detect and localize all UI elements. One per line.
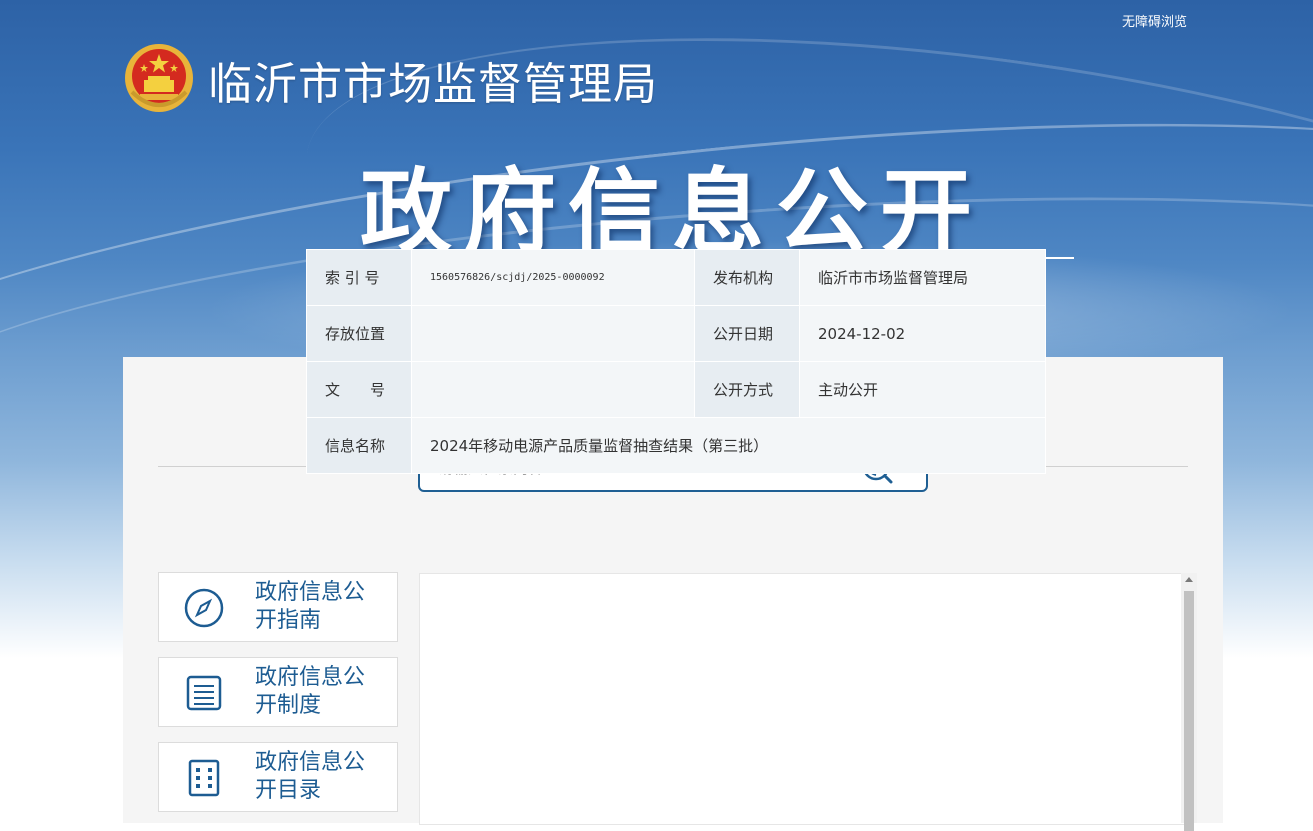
field-label: 信息名称 (306, 417, 412, 474)
field-label: 发布机构 (694, 249, 800, 306)
scroll-up-arrow-icon[interactable] (1185, 577, 1193, 582)
field-label: 文 号 (306, 361, 412, 418)
field-label: 索 引 号 (306, 249, 412, 306)
table-row: 索 引 号 1560576826/scjdj/2025-0000092 发布机构… (306, 249, 1046, 306)
field-value-index-number: 1560576826/scjdj/2025-0000092 (411, 249, 695, 306)
field-value-doc-number (411, 361, 695, 418)
field-value-publisher: 临沂市市场监督管理局 (799, 249, 1046, 306)
field-value-location (411, 305, 695, 362)
content-area (419, 573, 1185, 825)
field-value-date: 2024-12-02 (799, 305, 1046, 362)
field-value-title: 2024年移动电源产品质量监督抽查结果（第三批） (411, 417, 1046, 474)
table-row: 信息名称 2024年移动电源产品质量监督抽查结果（第三批） (306, 417, 1046, 474)
scrollbar-thumb[interactable] (1184, 591, 1194, 831)
document-list-icon (186, 675, 222, 711)
compass-icon (184, 588, 224, 628)
table-row: 文 号 公开方式 主动公开 (306, 361, 1046, 418)
info-metadata-table: 索 引 号 1560576826/scjdj/2025-0000092 发布机构… (306, 249, 1046, 474)
sidebar-item-label: 政府信息公开指南 (255, 580, 366, 633)
sidebar-item-guide[interactable]: 政府信息公开指南 (158, 572, 398, 642)
scrollbar[interactable] (1181, 573, 1197, 831)
field-value-method: 主动公开 (799, 361, 1046, 418)
accessibility-link[interactable]: 无障碍浏览 (1122, 11, 1187, 30)
field-label: 存放位置 (306, 305, 412, 362)
field-label: 公开日期 (694, 305, 800, 362)
field-label: 公开方式 (694, 361, 800, 418)
national-emblem-icon (125, 44, 193, 112)
sidebar-item-system[interactable]: 政府信息公开制度 (158, 657, 398, 727)
sidebar-item-catalog[interactable]: 政府信息公开目录 (158, 742, 398, 812)
table-row: 存放位置 公开日期 2024-12-02 (306, 305, 1046, 362)
catalog-grid-icon (188, 759, 220, 797)
sidebar-item-label: 政府信息公开目录 (255, 750, 366, 803)
site-name: 临沂市市场监督管理局 (208, 59, 658, 110)
sidebar-item-label: 政府信息公开制度 (255, 665, 366, 718)
